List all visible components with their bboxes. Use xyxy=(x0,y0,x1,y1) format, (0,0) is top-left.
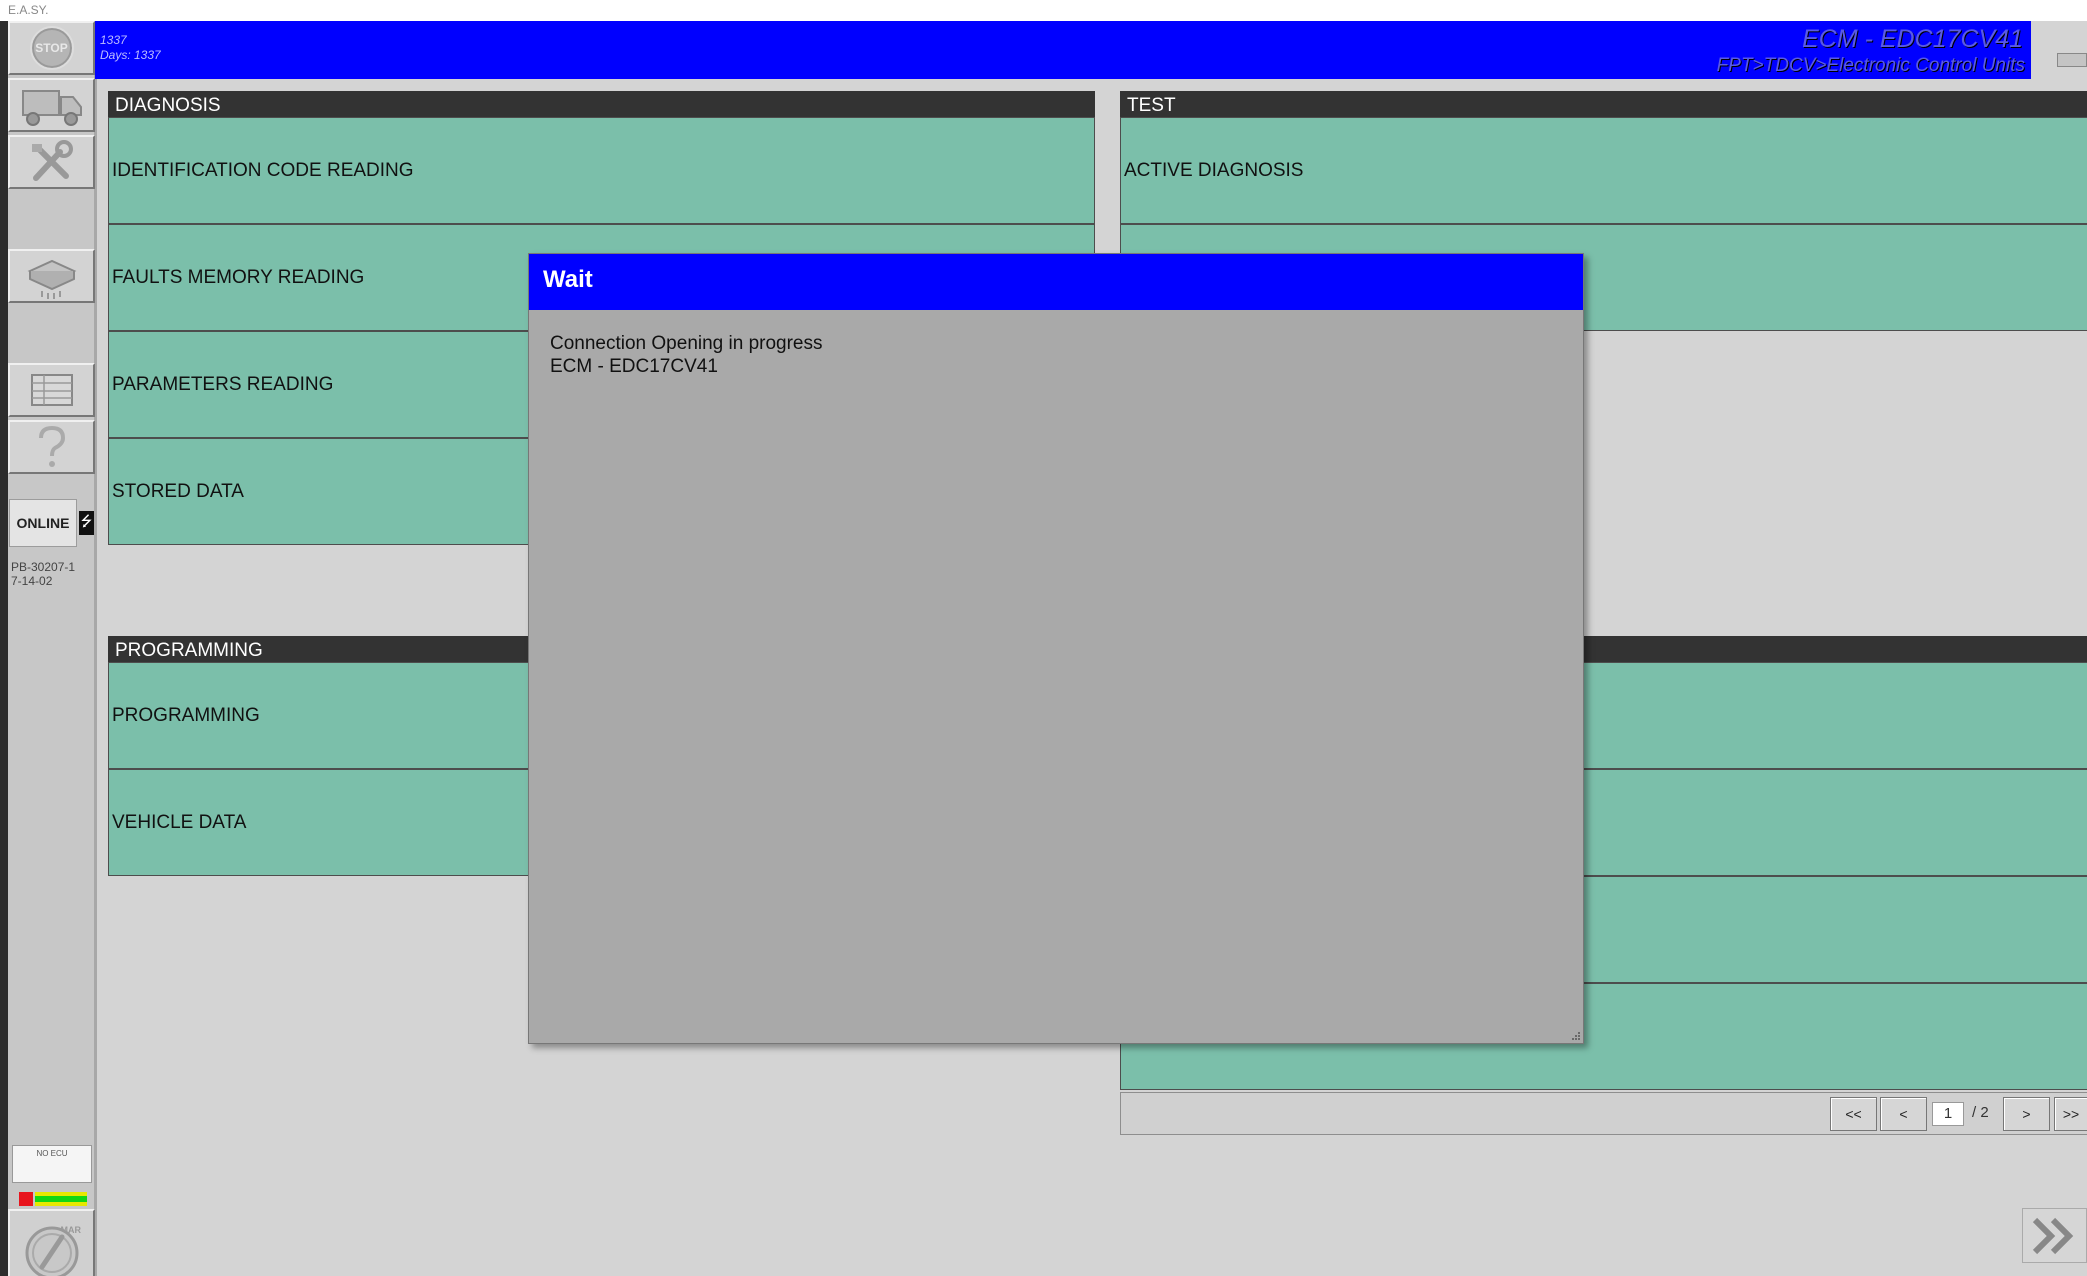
build-label: PB-30207-17-14-02 xyxy=(11,560,76,588)
pager-first-button[interactable]: << xyxy=(1830,1097,1877,1131)
test-item-active-diagnosis[interactable]: ACTIVE DIAGNOSIS xyxy=(1120,117,2087,224)
stop-button[interactable]: STOP xyxy=(8,21,95,75)
truck-icon xyxy=(21,90,82,126)
double-chevron-right-icon xyxy=(2032,1217,2073,1254)
diagnosis-header: DIAGNOSIS xyxy=(108,91,1095,118)
header-bar: 1337 Days: 1337 ECM - EDC17CV41 FPT>TDCV… xyxy=(95,21,2031,79)
header-line2: Days: 1337 xyxy=(100,48,161,62)
forward-button[interactable] xyxy=(2022,1208,2087,1263)
data-table-button[interactable] xyxy=(8,363,95,417)
dialog-ecu-name: ECM - EDC17CV41 xyxy=(550,356,718,377)
pager-next-button[interactable]: > xyxy=(2003,1097,2050,1131)
page-total: / 2 xyxy=(1972,1104,1989,1121)
stop-icon: STOP xyxy=(29,26,74,70)
diag-item-identification[interactable]: IDENTIFICATION CODE READING xyxy=(108,117,1095,224)
dialog-message: Connection Opening in progress xyxy=(550,333,823,354)
key-switch-icon xyxy=(25,1226,79,1276)
sidebar: STOP ONLINE ⭍ PB-30207-17-14-02 NO ECU M… xyxy=(0,21,97,1276)
mar-button[interactable]: MAR xyxy=(8,1209,95,1276)
status-indicator-bar xyxy=(35,1192,87,1206)
status-indicator-red xyxy=(19,1192,33,1206)
minimize-button[interactable] xyxy=(2057,53,2087,67)
tools-icon xyxy=(31,140,73,181)
header-line1: 1337 xyxy=(100,33,127,47)
ecu-module-button[interactable] xyxy=(8,249,95,303)
dialog-body: Connection Opening in progress ECM - EDC… xyxy=(529,310,1583,378)
page-number-input[interactable]: 1 xyxy=(1932,1102,1964,1126)
sidebar-edge xyxy=(0,21,8,1276)
window-title: E.A.SY. xyxy=(0,0,2087,21)
tools-button[interactable] xyxy=(8,135,95,189)
pager-prev-button[interactable]: < xyxy=(1880,1097,1927,1131)
ecu-module-icon xyxy=(27,259,76,299)
help-button[interactable] xyxy=(8,420,95,474)
breadcrumb: FPT>TDCV>Electronic Control Units xyxy=(1716,55,2025,76)
test-header: TEST xyxy=(1120,91,2087,118)
wait-dialog: Wait Connection Opening in progress ECM … xyxy=(528,253,1584,1044)
ecu-status-label: NO ECU xyxy=(36,1149,68,1158)
table-icon xyxy=(30,374,73,406)
resize-grip-icon[interactable] xyxy=(1571,1031,1581,1041)
header-info: 1337 Days: 1337 xyxy=(100,33,161,63)
pager-last-button[interactable]: >> xyxy=(2054,1097,2087,1131)
ecu-title: ECM - EDC17CV41 xyxy=(1802,25,2023,53)
dialog-title: Wait xyxy=(529,254,1583,310)
stop-label: STOP xyxy=(35,41,68,55)
sidebar-divider xyxy=(94,21,97,1276)
help-icon xyxy=(38,425,65,467)
usb-icon: ⭍ xyxy=(79,511,94,535)
vehicle-button[interactable] xyxy=(8,78,95,132)
online-button[interactable]: ONLINE xyxy=(9,499,77,547)
ecu-status-box: NO ECU xyxy=(12,1145,92,1183)
